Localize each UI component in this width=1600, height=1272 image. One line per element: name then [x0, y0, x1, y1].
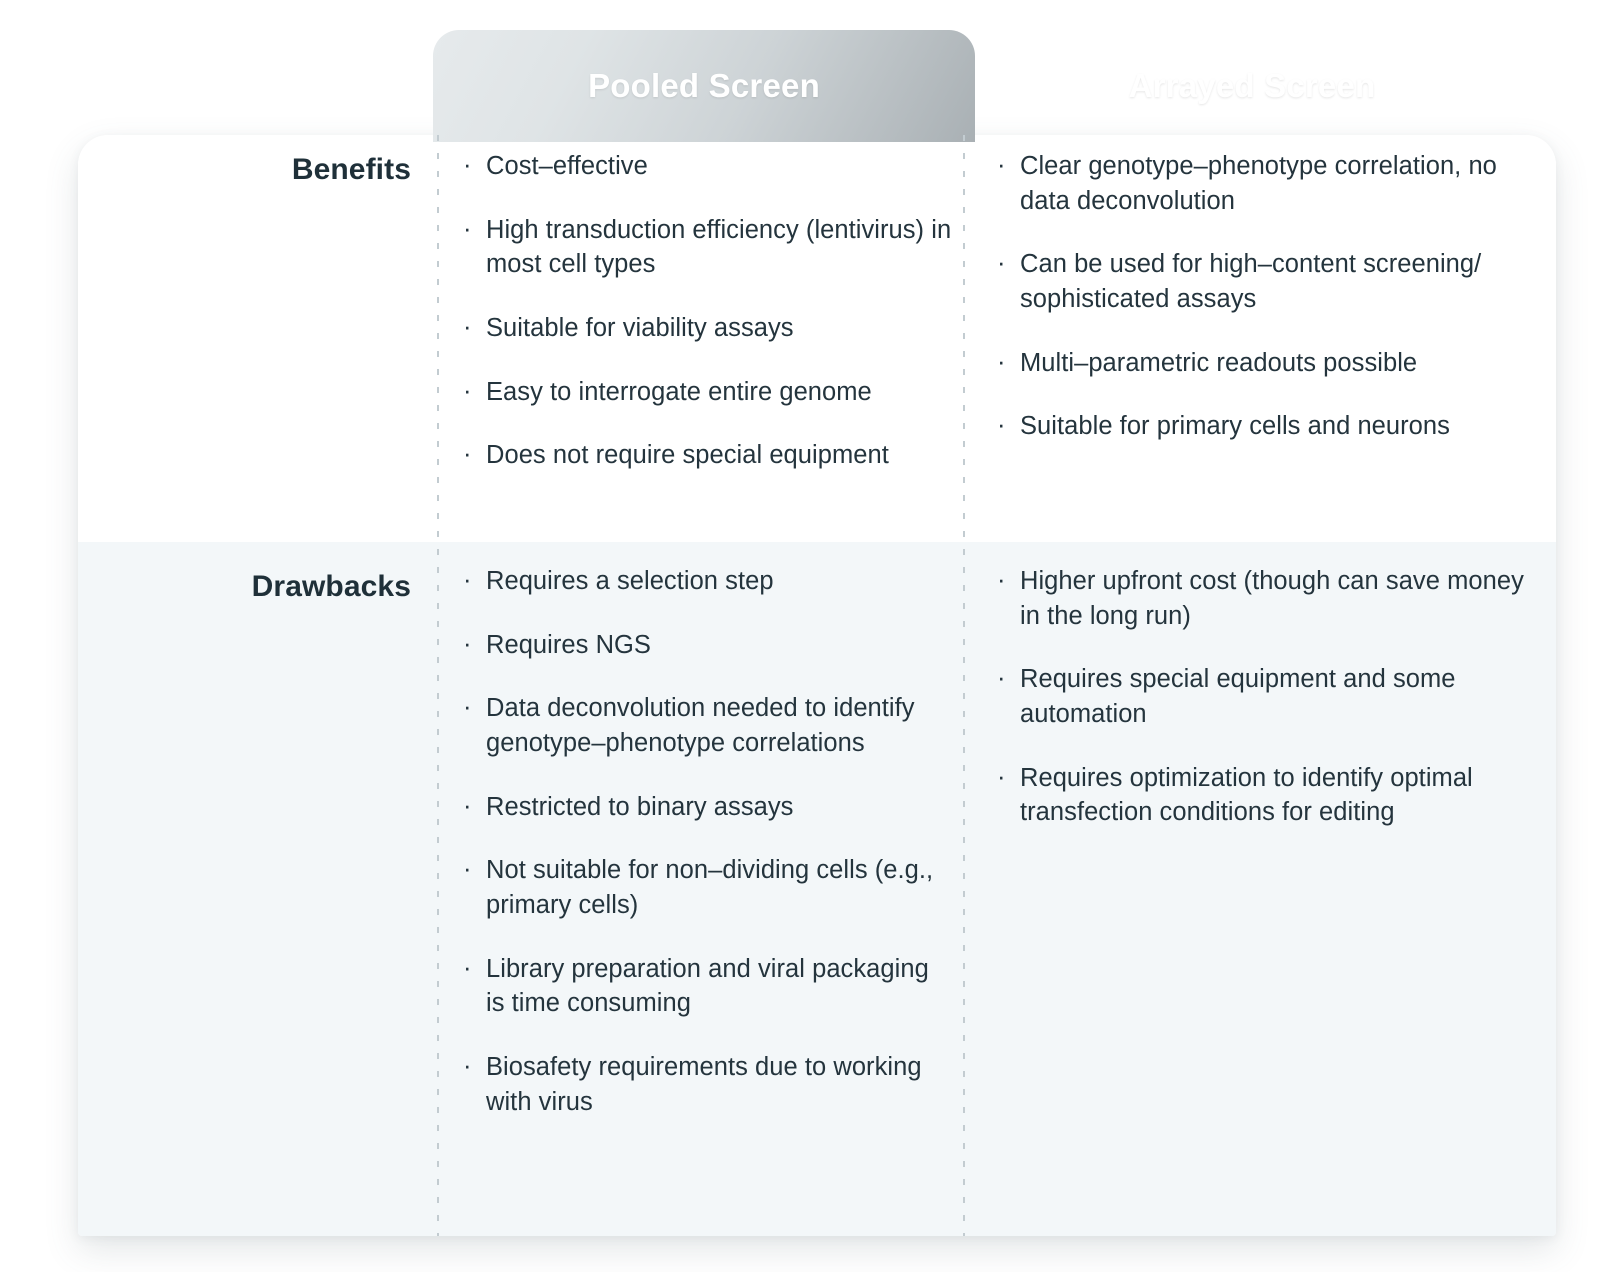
column-divider-left: [437, 135, 439, 1236]
list-item: High transduction efficiency (lentivirus…: [459, 212, 953, 282]
list-item: Biosafety requirements due to working wi…: [459, 1049, 953, 1119]
drawbacks-arrayed-list: Higher upfront cost (though can save mon…: [993, 563, 1538, 830]
benefits-arrayed-list: Clear genotype–phenotype correlation, no…: [993, 148, 1538, 444]
cell-benefits-arrayed: Clear genotype–phenotype correlation, no…: [963, 135, 1556, 542]
tab-arrayed-screen-label: Arrayed Screen: [1128, 67, 1376, 104]
tab-pooled-screen-label: Pooled Screen: [588, 67, 820, 104]
list-item: Requires NGS: [459, 627, 953, 663]
row-label-cell-drawbacks: Drawbacks: [78, 542, 433, 1236]
list-item: Easy to interrogate entire genome: [459, 374, 953, 410]
table-row-benefits: Benefits Cost–effective High transductio…: [78, 135, 1556, 542]
tab-arrayed-screen[interactable]: Arrayed Screen: [975, 30, 1529, 142]
benefits-pooled-list: Cost–effective High transduction efficie…: [459, 148, 953, 473]
list-item: Library preparation and viral packaging …: [459, 951, 953, 1021]
list-item: Suitable for viability assays: [459, 310, 953, 346]
cell-drawbacks-pooled: Requires a selection step Requires NGS D…: [433, 542, 963, 1236]
list-item: Requires special equipment and some auto…: [993, 661, 1538, 731]
list-item: Not suitable for non–dividing cells (e.g…: [459, 852, 953, 922]
column-header-tabs: Pooled Screen Arrayed Screen: [433, 30, 1529, 142]
comparison-card: Benefits Cost–effective High transductio…: [78, 135, 1556, 1236]
list-item: Requires optimization to identify optima…: [993, 760, 1538, 830]
list-item: Suitable for primary cells and neurons: [993, 408, 1538, 444]
row-label-benefits: Benefits: [291, 153, 411, 186]
comparison-table-infographic: Pooled Screen Arrayed Screen Benefits Co…: [0, 0, 1600, 1272]
cell-benefits-pooled: Cost–effective High transduction efficie…: [433, 135, 963, 542]
row-label-drawbacks: Drawbacks: [251, 570, 411, 603]
column-divider-right: [963, 135, 965, 1236]
tab-pooled-screen[interactable]: Pooled Screen: [433, 30, 975, 142]
list-item: Cost–effective: [459, 148, 953, 184]
list-item: Multi–parametric readouts possible: [993, 345, 1538, 381]
table-row-drawbacks: Drawbacks Requires a selection step Requ…: [78, 542, 1556, 1236]
list-item: Clear genotype–phenotype correlation, no…: [993, 148, 1538, 218]
list-item: Requires a selection step: [459, 563, 953, 599]
cell-drawbacks-arrayed: Higher upfront cost (though can save mon…: [963, 542, 1556, 1236]
list-item: Restricted to binary assays: [459, 789, 953, 825]
list-item: Can be used for high–content screening/ …: [993, 246, 1538, 316]
list-item: Higher upfront cost (though can save mon…: [993, 563, 1538, 633]
drawbacks-pooled-list: Requires a selection step Requires NGS D…: [459, 563, 953, 1119]
row-label-cell-benefits: Benefits: [78, 135, 433, 542]
list-item: Data deconvolution needed to identify ge…: [459, 690, 953, 760]
list-item: Does not require special equipment: [459, 437, 953, 473]
